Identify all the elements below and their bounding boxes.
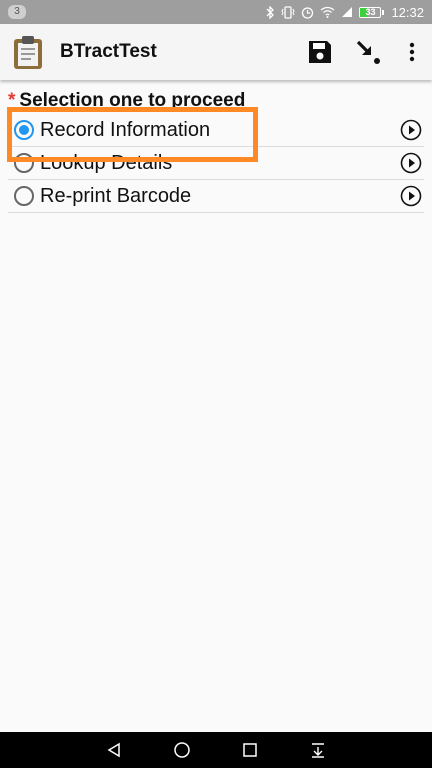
status-bar: 3 33 12:32 bbox=[0, 0, 432, 24]
clipboard-icon bbox=[14, 36, 42, 69]
app-title: BTractTest bbox=[60, 41, 157, 62]
option-label: Record Information bbox=[40, 118, 211, 141]
question-label: * Selection one to proceed bbox=[0, 80, 432, 114]
play-circle-icon[interactable] bbox=[400, 185, 422, 207]
save-icon bbox=[309, 41, 331, 63]
play-circle-icon[interactable] bbox=[400, 119, 422, 141]
battery-level: 33 bbox=[365, 6, 376, 17]
required-marker: * bbox=[8, 90, 16, 111]
navigation-bar bbox=[0, 732, 432, 768]
signal-icon bbox=[342, 7, 353, 17]
status-time: 12:32 bbox=[391, 4, 424, 20]
recents-button[interactable] bbox=[216, 732, 284, 768]
play-circle-icon[interactable] bbox=[400, 152, 422, 174]
save-button[interactable] bbox=[296, 28, 344, 76]
home-icon bbox=[174, 742, 190, 758]
overflow-menu-button[interactable] bbox=[392, 28, 432, 76]
option-record-information[interactable]: Record Information bbox=[8, 114, 424, 147]
notifications-pull-icon bbox=[312, 743, 324, 758]
radio-button[interactable] bbox=[14, 153, 34, 173]
go-to-end-icon bbox=[356, 40, 380, 64]
radio-button-selected[interactable] bbox=[14, 120, 34, 140]
back-button[interactable] bbox=[80, 732, 148, 768]
wifi-icon bbox=[321, 6, 335, 18]
recents-icon bbox=[243, 743, 257, 757]
back-icon bbox=[107, 742, 120, 758]
status-icons: 33 12:32 bbox=[265, 5, 424, 20]
radio-button[interactable] bbox=[14, 186, 34, 206]
form-content: * Selection one to proceed Record Informa… bbox=[0, 80, 432, 213]
notifications-pull-button[interactable] bbox=[284, 732, 352, 768]
app-bar: BTractTest bbox=[0, 24, 432, 80]
alarm-icon bbox=[302, 6, 314, 19]
option-label: Re-print Barcode bbox=[40, 184, 192, 207]
option-reprint-barcode[interactable]: Re-print Barcode bbox=[8, 180, 424, 213]
vibrate-icon bbox=[281, 5, 296, 19]
option-lookup-details[interactable]: Lookup Details bbox=[8, 147, 424, 180]
go-to-end-button[interactable] bbox=[344, 28, 392, 76]
notification-count-badge: 3 bbox=[8, 5, 26, 19]
question-text: Selection one to proceed bbox=[19, 90, 246, 111]
overflow-menu-icon bbox=[409, 42, 415, 62]
battery-icon: 33 bbox=[359, 6, 385, 18]
bluetooth-icon bbox=[266, 5, 275, 19]
home-button[interactable] bbox=[148, 732, 216, 768]
option-label: Lookup Details bbox=[40, 151, 173, 174]
